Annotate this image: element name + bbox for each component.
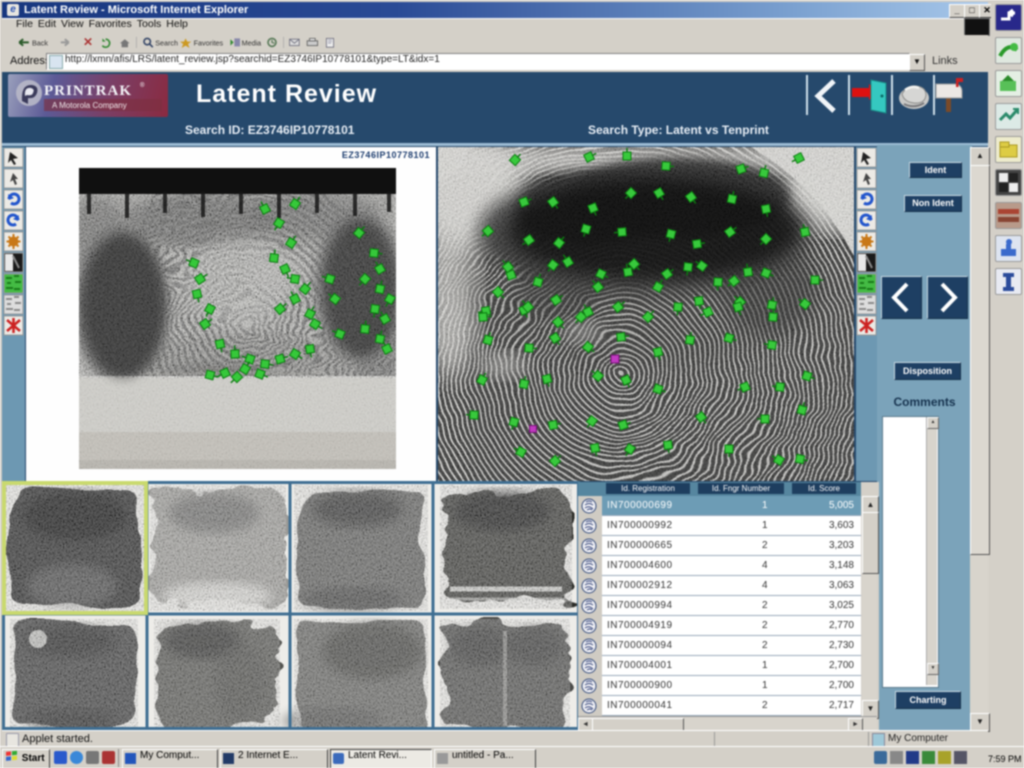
svg-text:Media: Media: [242, 39, 262, 48]
svg-text:PRINTRAK: PRINTRAK: [44, 83, 132, 99]
svg-text:Back: Back: [32, 39, 48, 48]
svg-text:Favorites: Favorites: [194, 39, 224, 48]
svg-text:A Motorola Company: A Motorola Company: [52, 101, 127, 110]
svg-text:Search: Search: [155, 39, 178, 48]
svg-text:®: ®: [140, 82, 145, 89]
